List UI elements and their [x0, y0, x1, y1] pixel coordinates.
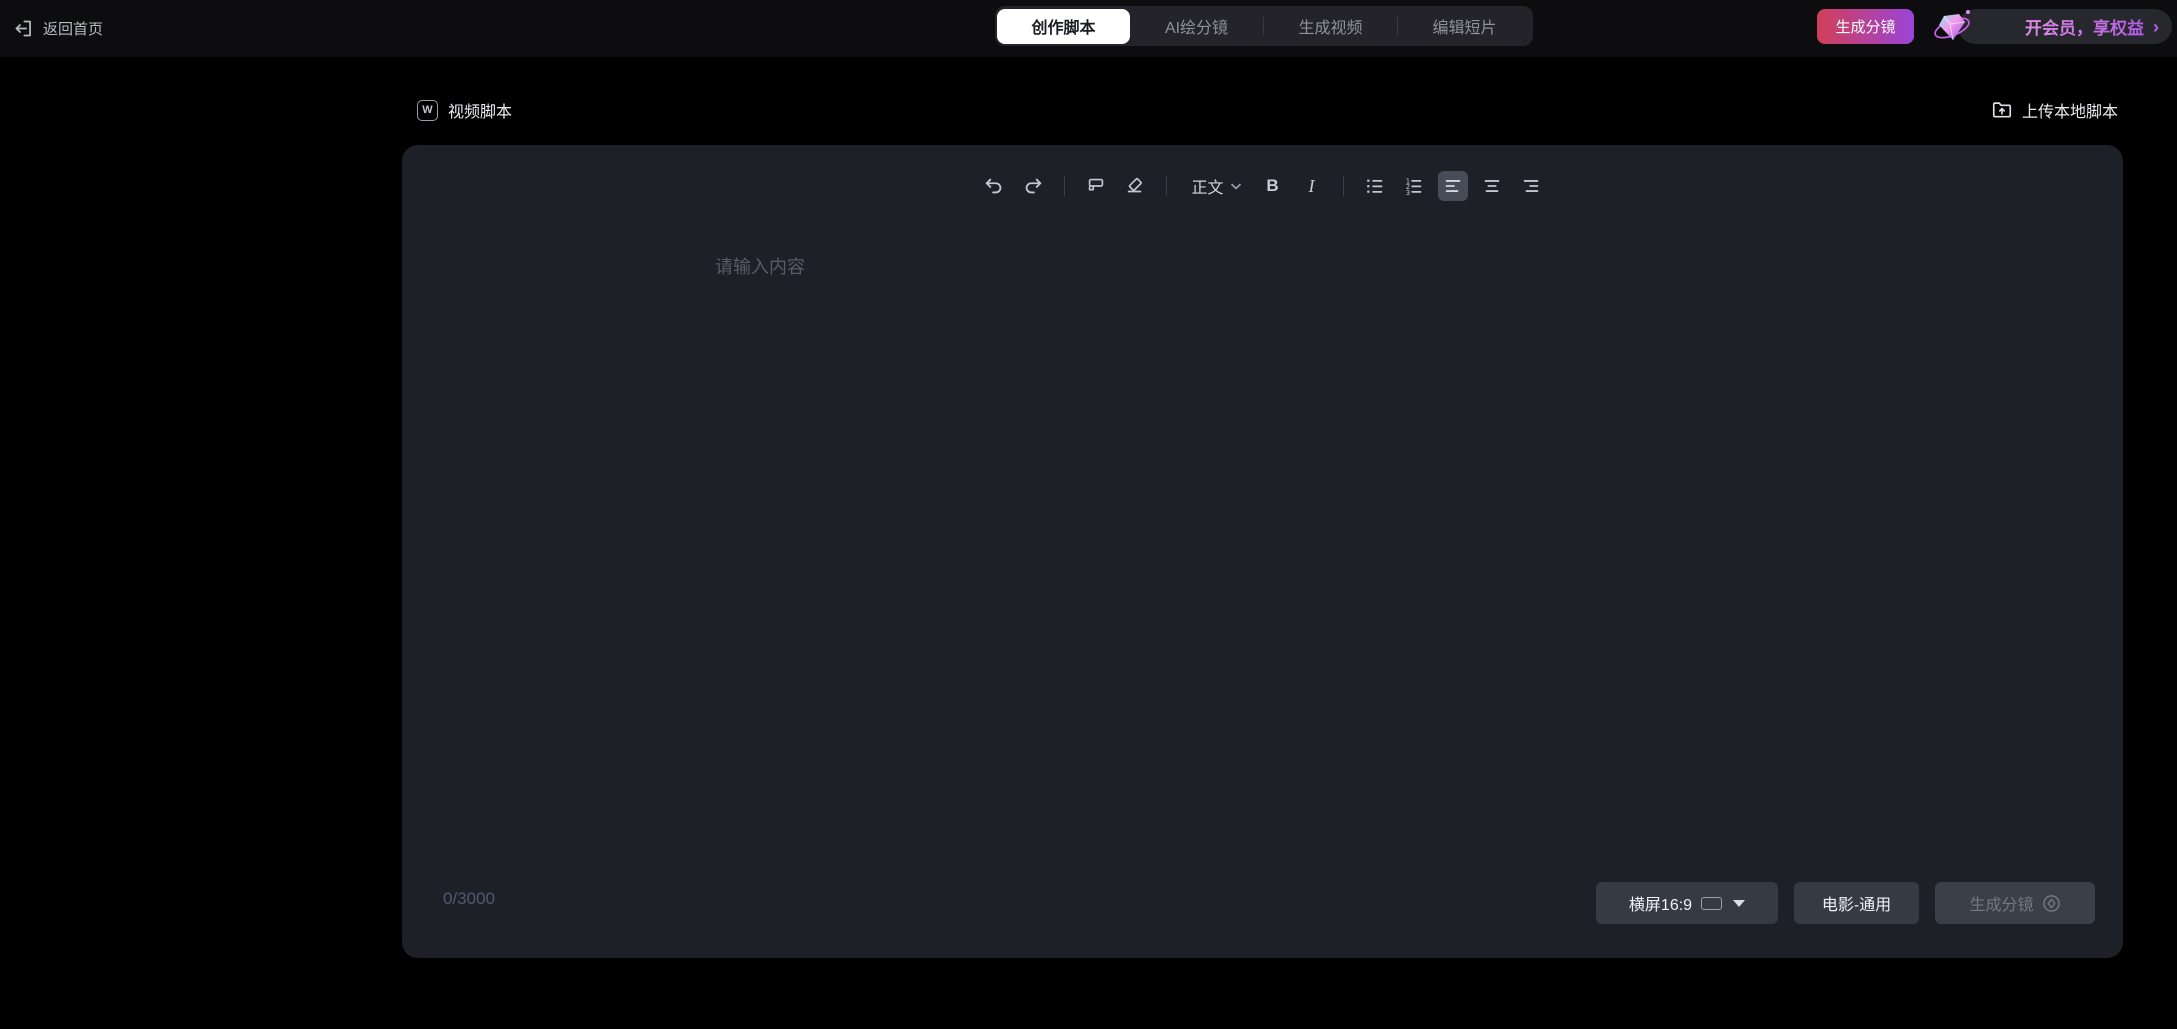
workflow-tabs: 创作脚本 AI绘分镜 生成视频 编辑短片 — [995, 6, 1533, 46]
word-doc-icon: W — [417, 100, 438, 121]
chevron-right-icon: › — [2153, 18, 2159, 36]
toolbar-divider — [1064, 176, 1065, 196]
clear-format-eraser-button[interactable] — [1120, 171, 1150, 201]
ordered-list-button[interactable]: 1 2 3 — [1399, 171, 1429, 201]
folder-upload-icon — [1991, 99, 2013, 121]
script-section-title: 视频脚本 — [448, 98, 512, 122]
generate-storyboard-header-button[interactable]: 生成分镜 — [1817, 9, 1914, 44]
aspect-ratio-label: 横屏16:9 — [1629, 891, 1692, 915]
membership-gem-icon — [1928, 3, 1976, 51]
bold-button[interactable]: B — [1258, 171, 1288, 201]
generate-storyboard-button[interactable]: 生成分镜 — [1935, 882, 2095, 924]
italic-button[interactable]: I — [1297, 171, 1327, 201]
script-section-header: W 视频脚本 — [417, 98, 512, 122]
back-home-link[interactable]: 返回首页 — [13, 0, 103, 57]
landscape-ratio-icon — [1701, 897, 1722, 910]
aspect-ratio-dropdown[interactable]: 横屏16:9 — [1596, 882, 1778, 924]
generate-storyboard-label: 生成分镜 — [1969, 891, 2033, 915]
redo-button[interactable] — [1018, 171, 1048, 201]
exit-back-icon — [13, 18, 34, 39]
align-center-button[interactable] — [1477, 171, 1507, 201]
top-bar: 返回首页 创作脚本 AI绘分镜 生成视频 编辑短片 生成分镜 开会员，享权益 — [0, 0, 2177, 57]
character-counter: 0/3000 — [443, 889, 495, 909]
undo-button[interactable] — [979, 171, 1009, 201]
format-painter-button[interactable] — [1081, 171, 1111, 201]
editor-footer-actions: 横屏16:9 电影-通用 生成分镜 — [1596, 882, 2095, 924]
align-right-button[interactable] — [1516, 171, 1546, 201]
tab-ai-storyboard[interactable]: AI绘分镜 — [1130, 9, 1263, 44]
upload-local-script-button[interactable]: 上传本地脚本 — [1991, 98, 2118, 122]
bullet-list-button[interactable] — [1360, 171, 1390, 201]
tab-create-script[interactable]: 创作脚本 — [997, 9, 1130, 44]
style-template-button[interactable]: 电影-通用 — [1794, 882, 1919, 924]
membership-label: 开会员，享权益 — [2025, 14, 2144, 39]
script-text-editor[interactable]: 请输入内容 — [402, 215, 2123, 868]
credits-coin-icon — [2042, 894, 2061, 913]
tab-edit-clip[interactable]: 编辑短片 — [1398, 9, 1531, 44]
paragraph-style-value: 正文 — [1191, 174, 1223, 198]
svg-text:3: 3 — [1405, 189, 1409, 197]
membership-banner[interactable]: 开会员，享权益 › — [1958, 9, 2172, 44]
chevron-down-icon — [1231, 183, 1241, 190]
align-left-button[interactable] — [1438, 171, 1468, 201]
editor-toolbar: 正文 B I 1 2 3 — [402, 171, 2123, 201]
script-editor-panel: 正文 B I 1 2 3 — [402, 145, 2123, 958]
toolbar-divider — [1166, 176, 1167, 196]
upload-local-script-label: 上传本地脚本 — [2022, 98, 2118, 122]
back-home-label: 返回首页 — [43, 18, 103, 39]
editor-placeholder: 请输入内容 — [715, 253, 805, 279]
toolbar-divider — [1343, 176, 1344, 196]
tab-generate-video[interactable]: 生成视频 — [1264, 9, 1397, 44]
chevron-down-icon — [1733, 900, 1745, 907]
paragraph-style-dropdown[interactable]: 正文 — [1183, 171, 1248, 201]
